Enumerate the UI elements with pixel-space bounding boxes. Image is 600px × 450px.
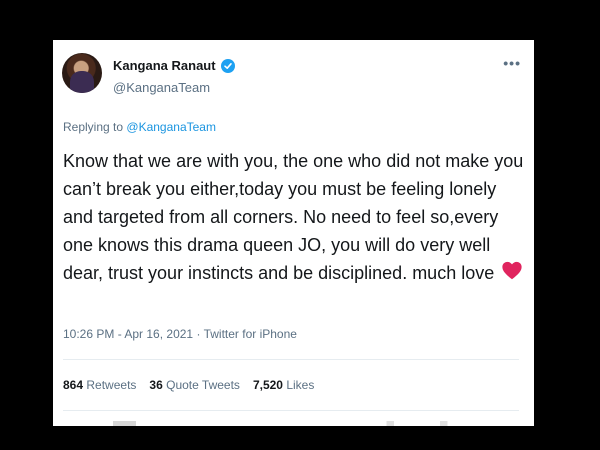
replying-to-mention[interactable]: @KanganaTeam [126,120,216,134]
heart-icon [501,260,523,290]
author-row: Kangana Ranaut [113,58,235,73]
divider-top [63,359,519,360]
quotes-label: Quote Tweets [166,378,240,392]
avatar[interactable] [62,53,102,93]
tweet-timestamp[interactable]: 10:26 PM - Apr 16, 2021 [63,327,193,341]
retweets-count: 864 [63,378,84,392]
author-handle[interactable]: @KanganaTeam [113,80,210,95]
likes-label: Likes [286,378,315,392]
tweet-text: Know that we are with you, the one who d… [63,151,524,283]
tweet-stats: 864 Retweets 36 Quote Tweets 7,520 Likes [63,378,314,392]
likes-stat[interactable]: 7,520 Likes [253,378,314,392]
verified-badge-icon [220,58,235,73]
tweet-body: Know that we are with you, the one who d… [63,147,525,290]
tweet-meta: 10:26 PM - Apr 16, 2021 · Twitter for iP… [63,327,297,341]
meta-separator: · [196,327,201,341]
replying-to: Replying to @KanganaTeam [63,120,216,134]
likes-count: 7,520 [252,378,283,392]
divider-bottom [63,410,519,411]
action-bar-partial [113,421,493,426]
replying-to-label: Replying to [63,120,124,134]
retweets-stat[interactable]: 864 Retweets [63,378,136,392]
more-icon[interactable]: ••• [503,55,521,71]
tweet-source[interactable]: Twitter for iPhone [204,327,297,341]
tweet-card: Kangana Ranaut @KanganaTeam ••• Replying… [53,40,534,426]
quotes-stat[interactable]: 36 Quote Tweets [149,378,240,392]
avatar-figure [70,71,94,93]
quotes-count: 36 [149,378,163,392]
retweets-label: Retweets [86,378,137,392]
author-name[interactable]: Kangana Ranaut [113,58,216,73]
